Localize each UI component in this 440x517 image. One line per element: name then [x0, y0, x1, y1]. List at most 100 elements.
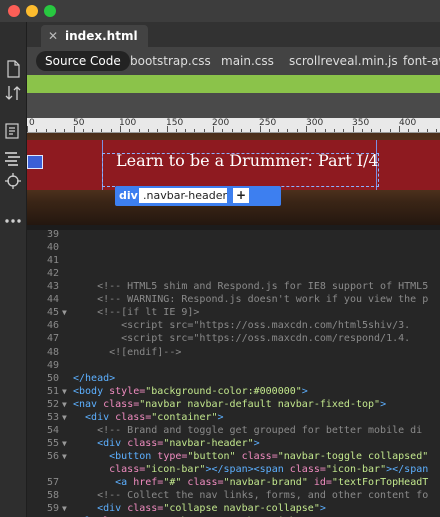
- line-number: 49: [46, 359, 59, 371]
- code-token: <!--[if lt IE 9]>: [73, 307, 200, 319]
- code-editor[interactable]: 39 40 41 42 43 <!-- HTML5 shim and Respond.j…: [27, 230, 440, 517]
- line-number: 48: [46, 346, 59, 358]
- code-token: >: [380, 398, 387, 410]
- code-line[interactable]: 53 ▼ <div class="container">: [27, 411, 440, 424]
- code-token: "icon-bar": [145, 464, 206, 476]
- code-token: "textForTopHeadT: [331, 477, 429, 489]
- code-token: class=: [127, 437, 164, 449]
- code-token: <!-- HTML5 shim and Respond.js for IE8 s…: [73, 281, 429, 293]
- code-line[interactable]: 43 <!-- HTML5 shim and Respond.js for IE…: [27, 280, 440, 293]
- sort-icon[interactable]: [3, 84, 23, 102]
- fold-toggle-icon[interactable]: ▼: [62, 437, 67, 450]
- code-token: >: [319, 503, 326, 515]
- line-number: 44: [46, 294, 59, 306]
- fold-toggle-icon[interactable]: ▼: [62, 306, 67, 319]
- fold-toggle-icon[interactable]: ▼: [62, 502, 67, 515]
- related-file-main-css[interactable]: main.css: [221, 53, 274, 69]
- ruler-tick: [129, 129, 131, 132]
- ruler-label: 300: [306, 118, 324, 128]
- close-window-button[interactable]: [8, 5, 20, 17]
- related-file-scrollreveal-js[interactable]: scrollreveal.min.js: [289, 53, 398, 69]
- ruler-tick: [259, 126, 261, 132]
- ruler-label: 150: [166, 118, 184, 128]
- ruler-label: 350: [352, 118, 370, 128]
- line-number: 51: [46, 385, 59, 397]
- ruler-tick: [27, 126, 28, 132]
- code-line[interactable]: 59 ▼ <div class="collapse navbar-collapse…: [27, 502, 440, 515]
- code-line[interactable]: 51 ▼ <body style="background-color:#000000…: [27, 385, 440, 398]
- code-token: class=: [115, 411, 152, 423]
- code-line[interactable]: 49: [27, 359, 440, 372]
- close-tab-icon[interactable]: ✕: [48, 25, 58, 47]
- code-line[interactable]: 50 </head>: [27, 372, 440, 385]
- code-line[interactable]: 45 ▼ <!--[if lt IE 9]>: [27, 306, 440, 319]
- code-line[interactable]: 48 <![endif]-->: [27, 346, 440, 359]
- code-token: class=: [241, 451, 278, 463]
- ruler-tick: [417, 129, 419, 132]
- code-token: "navbar navbar-default navbar-fixed-top": [139, 398, 381, 410]
- code-line[interactable]: 42: [27, 267, 440, 280]
- code-line[interactable]: 40: [27, 241, 440, 254]
- code-token: ></span><span: [205, 464, 290, 476]
- ruler-tick: [371, 129, 373, 132]
- ruler-tick: [175, 129, 177, 132]
- ruler-tick: [389, 129, 391, 132]
- related-file-font-awesome[interactable]: font-awe: [403, 53, 440, 69]
- related-file-bootstrap-css[interactable]: bootstrap.css: [130, 53, 211, 69]
- code-line[interactable]: 52 ▼ <nav class="navbar navbar-default nav…: [27, 398, 440, 411]
- code-line[interactable]: 54 <!-- Brand and toggle get grouped for…: [27, 424, 440, 437]
- document-tab-bar: ✕ index.html: [27, 22, 440, 47]
- format-icon[interactable]: [3, 149, 23, 167]
- element-hud-selector[interactable]: .navbar-header: [139, 188, 227, 203]
- document-tab-index[interactable]: ✕ index.html: [41, 25, 148, 47]
- line-number: 55: [46, 437, 59, 449]
- media-query-bar[interactable]: [27, 75, 440, 93]
- ruler-tick: [101, 129, 103, 132]
- code-token: <!-- Collect the nav links, forms, and o…: [73, 490, 429, 502]
- code-token: class=: [289, 464, 326, 476]
- related-file-source-code[interactable]: Source Code: [36, 51, 130, 71]
- line-number: 39: [46, 230, 59, 240]
- code-token: <button: [73, 451, 158, 463]
- code-token: </head>: [73, 372, 116, 384]
- line-number: 54: [46, 424, 59, 436]
- element-hud[interactable]: div .navbar-header +: [115, 186, 281, 206]
- code-line[interactable]: 41: [27, 254, 440, 267]
- live-view-canvas[interactable]: Learn to be a Drummer: Part I/4 div .nav…: [27, 133, 440, 225]
- ruler-tick: [194, 129, 196, 132]
- target-icon[interactable]: [3, 172, 23, 190]
- code-text: <!-- Brand and toggle get grouped for be…: [73, 424, 422, 437]
- line-number: 52: [46, 398, 59, 410]
- navbar-brand-text[interactable]: Learn to be a Drummer: Part I/4: [116, 151, 379, 171]
- code-token: "icon-bar": [325, 464, 387, 476]
- line-number: 45: [46, 307, 59, 319]
- fold-toggle-icon[interactable]: ▼: [62, 450, 67, 463]
- code-token: class=: [187, 477, 224, 489]
- code-line[interactable]: class="icon-bar"></span><span class="ico…: [27, 463, 440, 476]
- code-token: "background-color:#000000": [145, 385, 302, 397]
- inspect-icon[interactable]: [3, 122, 23, 140]
- element-hud-tag: div: [119, 189, 138, 202]
- code-line[interactable]: 39: [27, 230, 440, 241]
- file-icon[interactable]: [3, 60, 23, 78]
- fold-toggle-icon[interactable]: ▼: [62, 411, 67, 424]
- code-line[interactable]: 58 <!-- Collect the nav links, forms, an…: [27, 489, 440, 502]
- related-files-bar: Source Code bootstrap.css main.css scrol…: [27, 47, 440, 75]
- ruler-tick: [213, 126, 214, 132]
- code-line[interactable]: 44 <!-- WARNING: Respond.js doesn't work…: [27, 293, 440, 306]
- more-icon[interactable]: [3, 212, 23, 230]
- code-line[interactable]: 56 ▼ <button type="button" class="navbar-…: [27, 450, 440, 463]
- window-titlebar: [0, 0, 440, 22]
- fold-toggle-icon[interactable]: ▼: [62, 385, 67, 398]
- minimize-window-button[interactable]: [26, 5, 38, 17]
- code-line[interactable]: 57 <a href="#" class="navbar-brand" id="…: [27, 476, 440, 489]
- add-class-button[interactable]: +: [233, 188, 249, 203]
- code-line[interactable]: 55 ▼ <div class="navbar-header">: [27, 437, 440, 450]
- ruler-tick: [361, 129, 363, 132]
- ruler-tick: [426, 129, 428, 132]
- hamburger-icon[interactable]: [27, 155, 43, 169]
- code-line[interactable]: 46 <script src="https://oss.maxcdn.com/h…: [27, 319, 440, 332]
- zoom-window-button[interactable]: [44, 5, 56, 17]
- code-line[interactable]: 47 <script src="https://oss.maxcdn.com/r…: [27, 332, 440, 345]
- fold-toggle-icon[interactable]: ▼: [62, 398, 67, 411]
